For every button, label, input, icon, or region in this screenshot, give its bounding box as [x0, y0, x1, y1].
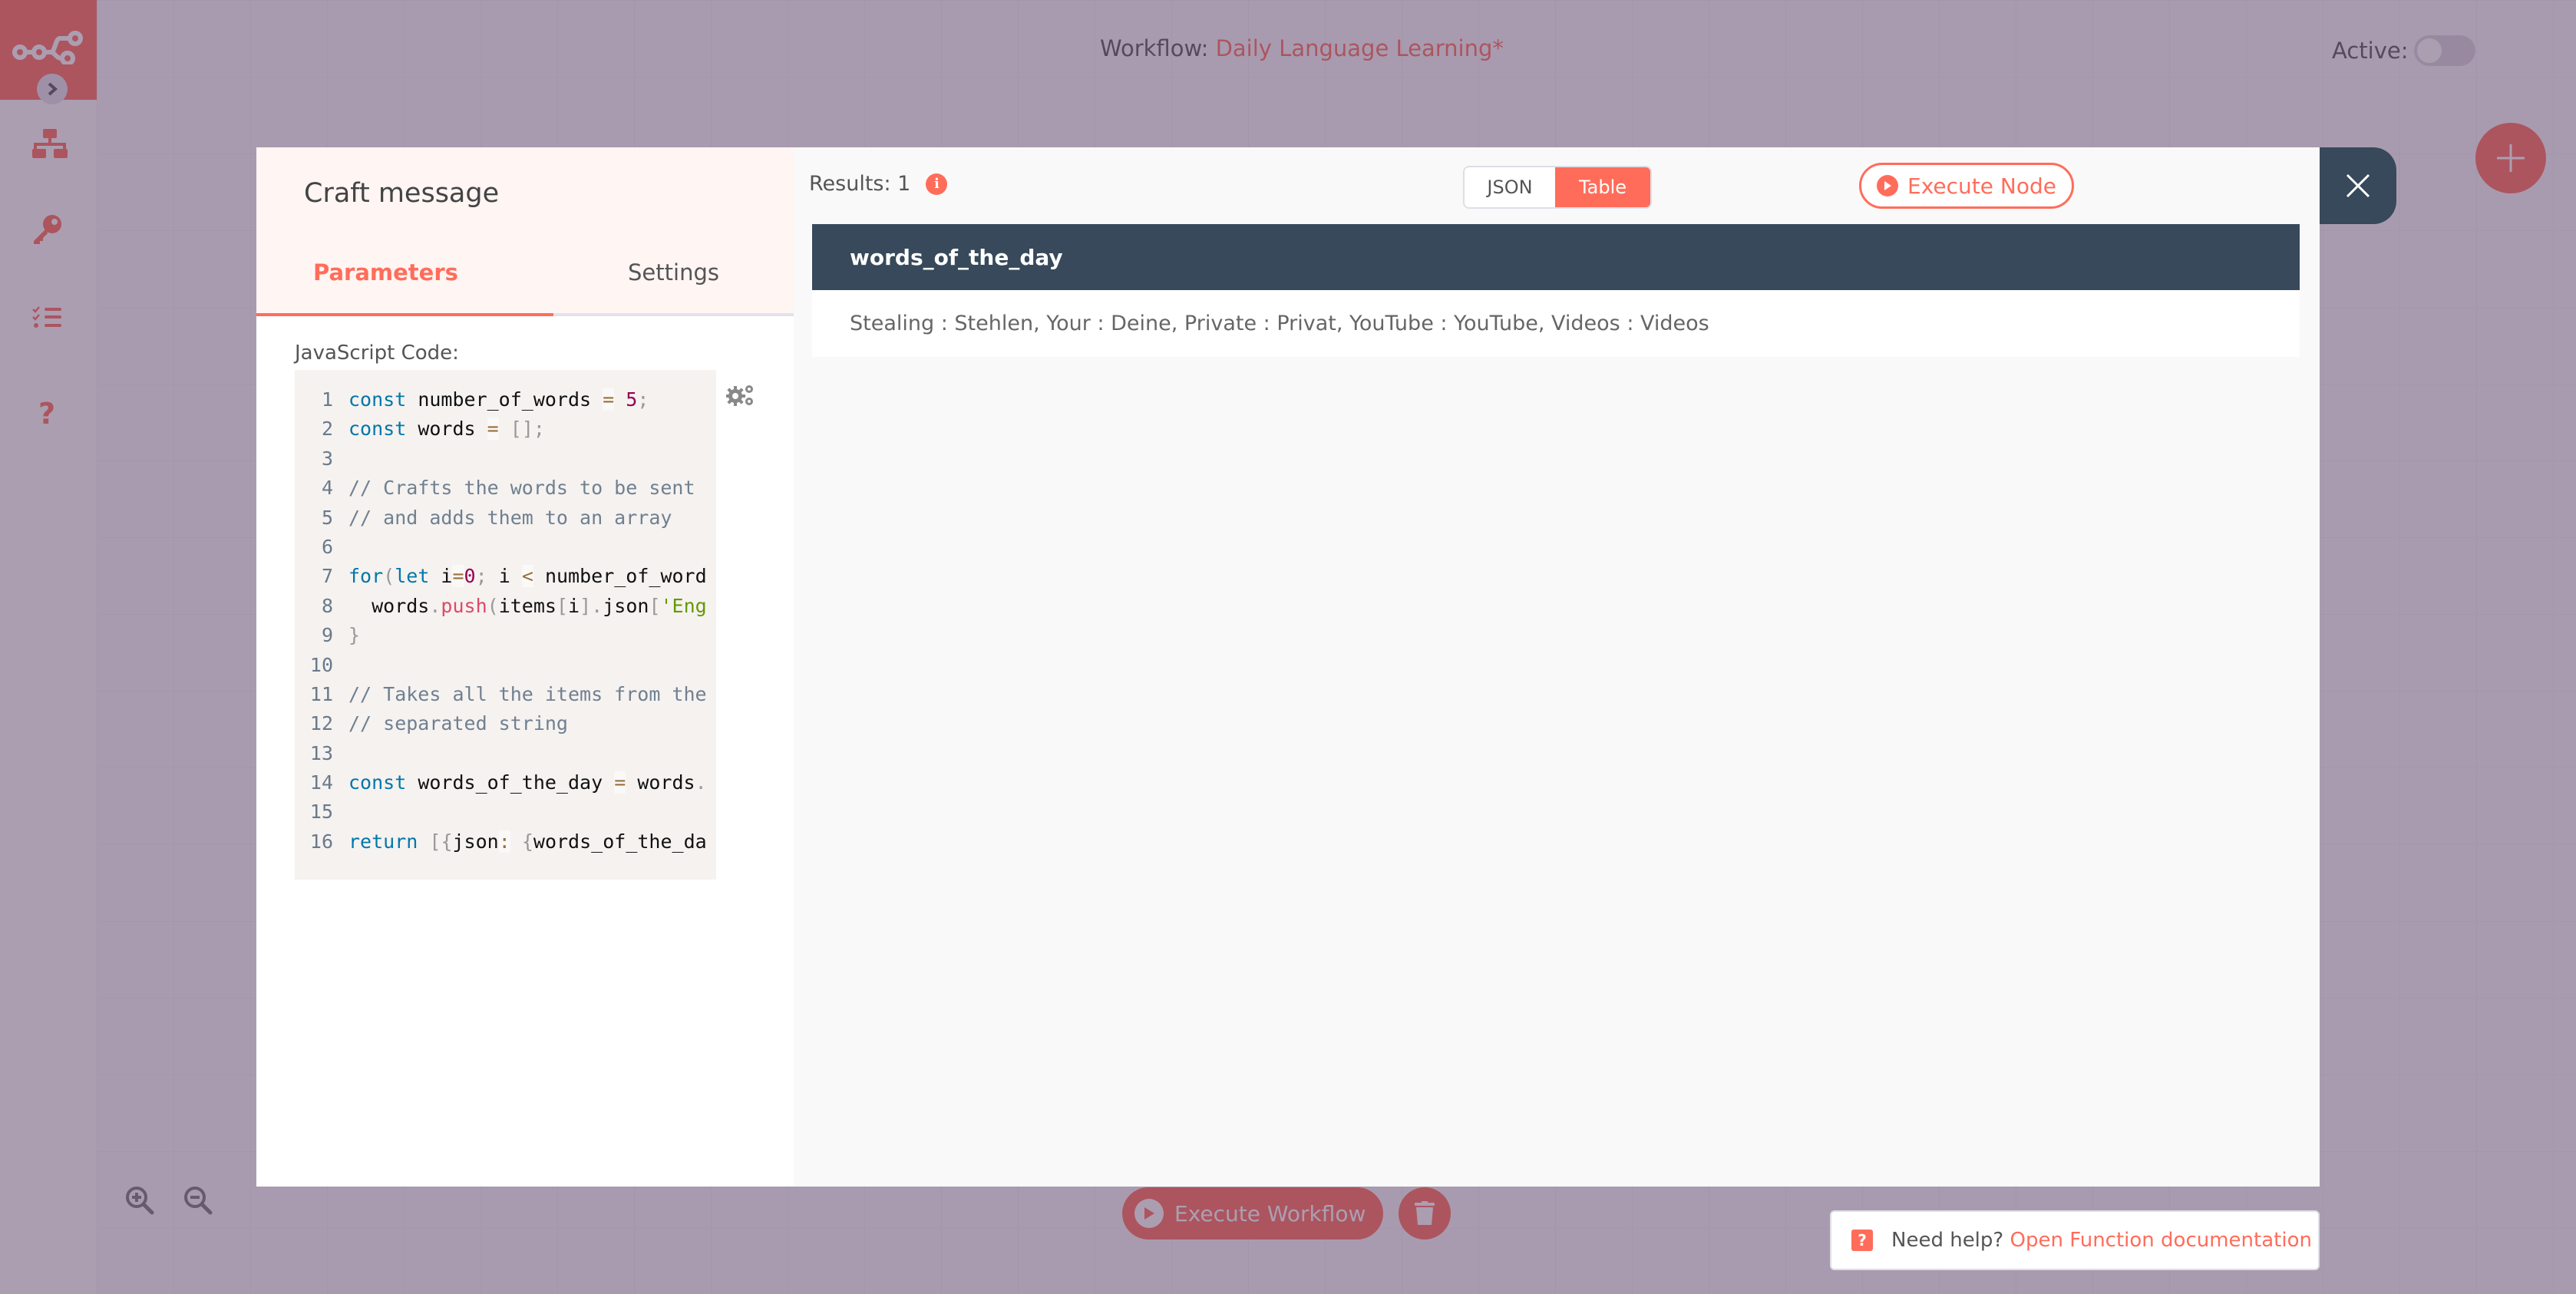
- javascript-code-label: JavaScript Code:: [295, 342, 459, 365]
- code-line: 4 // Crafts the words to be sent: [295, 474, 716, 503]
- code-text: }: [348, 624, 361, 647]
- results-table: words_of_the_day Stealing : Stehlen, You…: [812, 224, 2300, 357]
- code-line: 5 // and adds them to an array: [295, 503, 716, 533]
- line-number: 14: [309, 771, 333, 794]
- code-text: const words_of_the_day = words.: [348, 771, 707, 794]
- help-prefix: Need help?: [1891, 1229, 2004, 1252]
- code-editor[interactable]: 1 const number_of_words = 5; 2 const words …: [295, 370, 716, 880]
- code-options-button[interactable]: [725, 384, 755, 407]
- code-text: // Crafts the words to be sent: [348, 477, 695, 500]
- code-text: const words = [];: [348, 418, 545, 441]
- code-text: const number_of_words = 5;: [348, 388, 649, 411]
- code-line: 9}: [295, 621, 716, 650]
- code-line: 12 // separated string: [295, 709, 716, 738]
- code-line: 13: [295, 739, 716, 768]
- line-number: 3: [321, 447, 333, 470]
- close-icon: [2346, 173, 2370, 198]
- code-line: 1 const number_of_words = 5;: [295, 385, 716, 414]
- code-text: // and adds them to an array: [348, 506, 672, 529]
- code-text: return [{json: {words_of_the_da: [348, 830, 707, 853]
- line-number: 7: [321, 565, 333, 588]
- code-text: // Takes all the items from the: [348, 682, 707, 705]
- output-panel: Results: 1 i JSON Table Execute Node wor…: [794, 147, 2320, 1187]
- line-number: 6: [321, 535, 333, 558]
- code-line: 14 const words_of_the_day = words.: [295, 768, 716, 797]
- gears-icon: [725, 385, 753, 406]
- code-line: 16 return [{json: {words_of_the_da: [295, 827, 716, 857]
- code-line: 15: [295, 797, 716, 827]
- line-number: 5: [321, 506, 333, 529]
- parameters-panel: Craft message Parameters Settings JavaSc…: [256, 147, 794, 1187]
- line-number: 15: [309, 800, 333, 824]
- line-number: 9: [321, 624, 333, 647]
- view-mode-toggle: JSON Table: [1463, 166, 1652, 209]
- code-text: for(let i=0; i < number_of_word: [348, 565, 707, 588]
- line-number: 13: [309, 741, 333, 764]
- help-notice: ? Need help? Open Function documentation: [1830, 1210, 2320, 1270]
- results-count: Results: 1 i: [809, 172, 948, 196]
- code-line: 8 words.push(items[i].json['Eng: [295, 592, 716, 621]
- view-table-button[interactable]: Table: [1555, 167, 1650, 207]
- code-line: 10: [295, 651, 716, 680]
- line-number: 8: [321, 594, 333, 617]
- results-label: Results: 1: [809, 172, 911, 196]
- code-text: // separated string: [348, 712, 568, 735]
- code-line: 7 for(let i=0; i < number_of_word: [295, 562, 716, 591]
- code-line: 6: [295, 533, 716, 562]
- close-modal-button[interactable]: [2320, 147, 2396, 224]
- line-number: 2: [321, 418, 333, 441]
- table-header-words-of-the-day: words_of_the_day: [812, 224, 2300, 290]
- function-docs-link[interactable]: Open Function documentation: [2010, 1229, 2311, 1252]
- execute-node-label: Execute Node: [1907, 173, 2056, 199]
- play-icon: [1877, 175, 1899, 196]
- line-number: 16: [309, 830, 333, 853]
- line-number: 4: [321, 477, 333, 500]
- question-icon: ?: [1851, 1230, 1873, 1251]
- node-title[interactable]: Craft message: [304, 178, 499, 209]
- code-line: 11 // Takes all the items from the: [295, 680, 716, 709]
- tab-parameters[interactable]: Parameters: [256, 232, 553, 316]
- line-number: 11: [309, 682, 333, 705]
- panel-header: Craft message Parameters Settings: [256, 147, 794, 316]
- table-row: Stealing : Stehlen, Your : Deine, Privat…: [812, 290, 2300, 357]
- line-number: 12: [309, 712, 333, 735]
- line-number: 1: [321, 388, 333, 411]
- code-text: words.push(items[i].json['Eng: [348, 594, 707, 617]
- info-icon[interactable]: i: [926, 173, 948, 195]
- view-json-button[interactable]: JSON: [1465, 167, 1555, 207]
- code-line: 2 const words = [];: [295, 414, 716, 444]
- node-modal: Craft message Parameters Settings JavaSc…: [256, 147, 2320, 1187]
- tab-settings[interactable]: Settings: [553, 232, 794, 316]
- execute-node-button[interactable]: Execute Node: [1859, 163, 2074, 209]
- line-number: 10: [309, 653, 333, 676]
- code-line: 3: [295, 444, 716, 474]
- tabs: Parameters Settings: [256, 232, 794, 316]
